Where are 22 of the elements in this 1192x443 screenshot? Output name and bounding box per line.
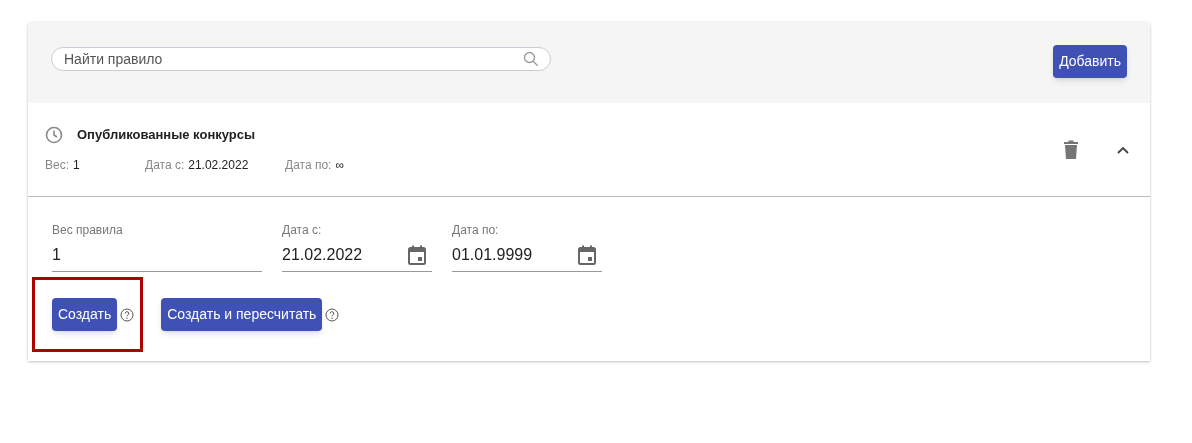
chevron-icon[interactable] bbox=[1116, 144, 1130, 155]
calendar-icon[interactable] bbox=[408, 245, 426, 265]
trash-icon[interactable] bbox=[1063, 139, 1079, 160]
summary-value: ∞ bbox=[335, 157, 344, 175]
add-button[interactable]: Добавить bbox=[1053, 45, 1127, 78]
clock-icon bbox=[45, 125, 63, 144]
search-field[interactable]: Найти правило bbox=[51, 46, 551, 71]
calendar-icon[interactable] bbox=[578, 245, 596, 265]
summary-value: 21.02.2022 bbox=[188, 157, 249, 175]
form-field[interactable]: Дата по: 01.01.9999 bbox=[452, 221, 602, 272]
help-icon[interactable] bbox=[325, 307, 340, 322]
help-icon[interactable] bbox=[120, 307, 135, 322]
form-field[interactable]: Вес правила 1 bbox=[52, 221, 262, 272]
summary-label: Вес: bbox=[45, 157, 69, 175]
summary-value: 1 bbox=[73, 157, 80, 175]
summary-label: Дата по: bbox=[285, 157, 332, 175]
create-button[interactable]: Создать и пересчитать bbox=[161, 298, 323, 331]
search-icon[interactable] bbox=[523, 50, 539, 67]
summary-label: Дата с: bbox=[145, 157, 185, 175]
rule-title: Опубликованные конкурсы bbox=[77, 125, 256, 144]
create-button[interactable]: Создать bbox=[52, 298, 118, 331]
form-field[interactable]: Дата с: 21.02.2022 bbox=[282, 221, 432, 272]
